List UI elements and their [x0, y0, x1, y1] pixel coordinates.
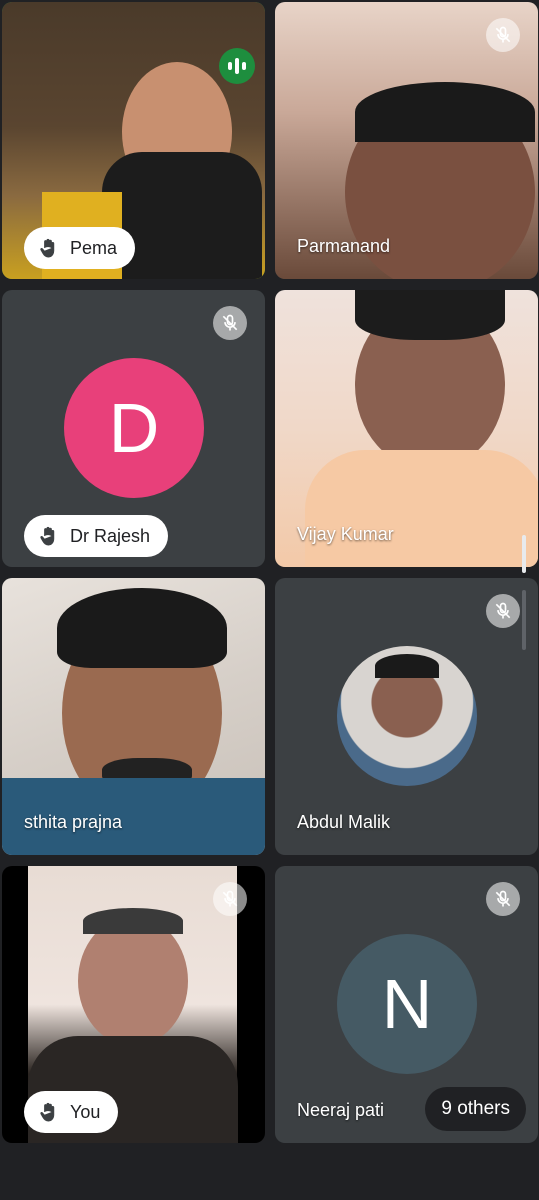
participant-name: Parmanand — [297, 236, 391, 256]
avatar: D — [64, 358, 204, 498]
participant-tile-dr-rajesh[interactable]: D Dr Rajesh — [2, 290, 265, 567]
participant-name: Pema — [70, 237, 118, 258]
others-button[interactable]: 9 others — [425, 1087, 526, 1131]
muted-mic-icon — [213, 882, 247, 916]
participant-name: You — [70, 1101, 101, 1122]
participant-name: Neeraj pati — [297, 1100, 385, 1120]
avatar: N — [337, 934, 477, 1074]
scrollbar-track — [522, 590, 526, 650]
name-pill: Dr Rajesh — [24, 515, 169, 557]
participant-name: Dr Rajesh — [70, 525, 151, 546]
raised-hand-icon — [40, 238, 55, 258]
name-pill: Pema — [24, 227, 136, 269]
raised-hand-icon — [40, 526, 55, 546]
participant-name: Abdul Malik — [297, 812, 391, 832]
participant-tile-neeraj-pati[interactable]: N Neeraj pati 9 others — [275, 866, 538, 1143]
participant-tile-parmanand[interactable]: Parmanand — [275, 2, 538, 279]
avatar — [337, 646, 477, 786]
participant-tile-pema[interactable]: Pema — [2, 2, 265, 279]
name-pill: You — [24, 1091, 119, 1133]
scrollbar-thumb[interactable] — [522, 535, 526, 573]
participant-tile-self[interactable]: You — [2, 866, 265, 1143]
participant-tile-abdul-malik[interactable]: Abdul Malik — [275, 578, 538, 855]
participant-name: Vijay Kumar — [297, 524, 394, 544]
muted-mic-icon — [486, 882, 520, 916]
participant-tile-vijay-kumar[interactable]: Vijay Kumar — [275, 290, 538, 567]
raised-hand-icon — [40, 1102, 55, 1122]
participant-name: sthita prajna — [24, 812, 123, 832]
muted-mic-icon — [213, 306, 247, 340]
muted-mic-icon — [486, 18, 520, 52]
muted-mic-icon — [486, 594, 520, 628]
speaking-indicator-icon — [219, 48, 255, 84]
participant-tile-sthita-prajna[interactable]: sthita prajna — [2, 578, 265, 855]
